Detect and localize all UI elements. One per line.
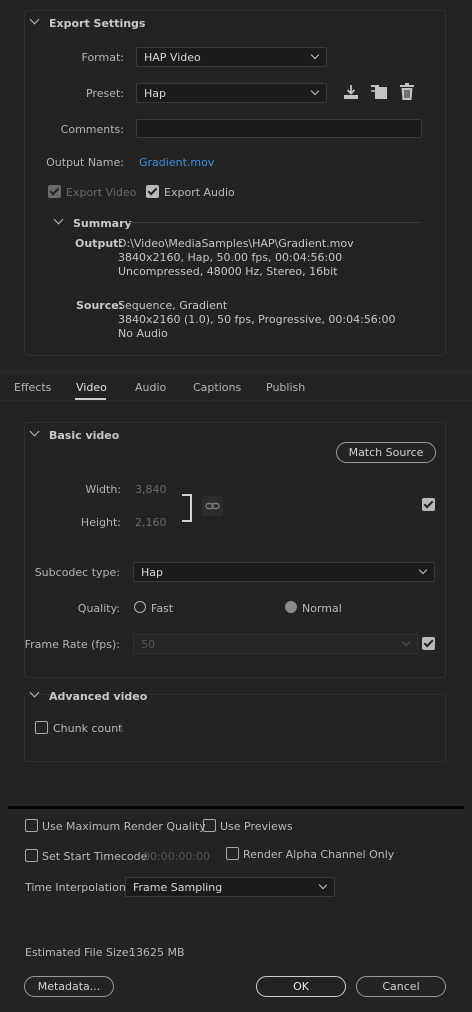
width-label: Width:	[85, 483, 121, 496]
link-dimensions-button[interactable]	[202, 496, 223, 516]
set-start-timecode-checkbox[interactable]	[25, 849, 38, 862]
comments-label: Comments:	[60, 123, 124, 136]
summary-source-line: Sequence, Gradient	[118, 299, 228, 312]
export-audio-checkbox[interactable]	[146, 185, 159, 198]
aspect-bracket	[182, 494, 192, 522]
match-source-frame-rate-checkbox[interactable]	[422, 637, 435, 650]
comments-field[interactable]	[136, 119, 422, 138]
chevron-down-icon	[310, 86, 320, 96]
metadata-button[interactable]: Metadata...	[24, 976, 114, 997]
max-render-quality-checkbox[interactable]	[25, 819, 38, 832]
chunk-count-checkbox[interactable]	[35, 721, 48, 734]
tabs-top-divider	[0, 372, 472, 373]
quality-fast-label: Fast	[151, 602, 174, 615]
quality-normal-radio[interactable]	[285, 601, 297, 613]
frame-rate-value: 50	[141, 638, 155, 651]
summary-output-line: Uncompressed, 48000 Hz, Stereo, 16bit	[118, 265, 338, 278]
summary-output-line: 3840x2160, Hap, 50.00 fps, 00:04:56:00	[118, 251, 343, 264]
output-name-label: Output Name:	[46, 156, 124, 169]
subcodec-value: Hap	[141, 566, 163, 579]
quality-fast-radio[interactable]	[134, 601, 146, 613]
tab-captions[interactable]: Captions	[193, 381, 241, 394]
summary-output-label: Output:	[75, 237, 123, 250]
export-settings-header: Export Settings	[49, 17, 146, 30]
summary-output-line: D:\Video\MediaSamples\HAP\Gradient.mov	[118, 237, 354, 250]
advanced-video-header: Advanced video	[49, 690, 148, 703]
summary-header: Summary	[73, 217, 132, 230]
set-start-timecode-label: Set Start Timecode	[42, 850, 148, 863]
estimated-size-label: Estimated File Size:	[25, 946, 133, 959]
summary-source-line: 3840x2160 (1.0), 50 fps, Progressive, 00…	[118, 313, 396, 326]
chevron-down-icon	[418, 565, 428, 575]
tab-audio[interactable]: Audio	[135, 381, 166, 394]
time-interpolation-value: Frame Sampling	[133, 881, 223, 894]
chunk-count-value[interactable]: 1	[118, 722, 125, 735]
export-video-label: Export Video	[66, 186, 137, 199]
delete-preset-icon[interactable]	[399, 83, 415, 101]
ok-button[interactable]: OK	[256, 976, 346, 997]
cancel-button[interactable]: Cancel	[356, 976, 446, 997]
render-alpha-label: Render Alpha Channel Only	[243, 848, 395, 861]
use-previews-label: Use Previews	[220, 820, 293, 833]
chevron-down-icon	[310, 50, 320, 60]
chevron-down-icon	[401, 637, 411, 647]
format-select[interactable]: HAP Video	[136, 47, 327, 67]
link-icon	[205, 502, 220, 510]
chunk-count-label: Chunk count	[53, 722, 123, 735]
summary-divider	[129, 222, 421, 223]
frame-rate-label: Frame Rate (fps):	[24, 638, 120, 651]
tabs-bottom-divider	[0, 400, 472, 401]
match-source-dimensions-checkbox[interactable]	[422, 498, 435, 511]
import-preset-icon[interactable]	[370, 84, 388, 100]
preset-value: Hap	[144, 87, 166, 100]
save-preset-icon[interactable]	[343, 84, 359, 100]
export-audio-label: Export Audio	[164, 186, 235, 199]
output-name-link[interactable]: Gradient.mov	[139, 156, 214, 169]
section-separator	[8, 806, 464, 809]
height-label: Height:	[80, 516, 121, 529]
format-value: HAP Video	[144, 51, 201, 64]
format-label: Format:	[81, 51, 124, 64]
basic-video-header: Basic video	[49, 429, 120, 442]
subcodec-label: Subcodec type:	[34, 566, 120, 579]
preset-select[interactable]: Hap	[136, 83, 327, 103]
quality-normal-label: Normal	[302, 602, 342, 615]
preset-label: Preset:	[85, 87, 124, 100]
match-source-button[interactable]: Match Source	[336, 442, 436, 463]
time-interpolation-select[interactable]: Frame Sampling	[125, 877, 335, 897]
width-value[interactable]: 3,840	[135, 483, 167, 496]
export-video-checkbox[interactable]	[48, 185, 61, 198]
subcodec-select[interactable]: Hap	[133, 562, 435, 582]
tab-video[interactable]: Video	[76, 381, 107, 394]
quality-label: Quality:	[77, 602, 120, 615]
time-interpolation-label: Time Interpolation:	[25, 881, 130, 894]
summary-source-line: No Audio	[118, 327, 168, 340]
start-timecode-value[interactable]: 00:00:00:00	[143, 850, 210, 863]
tab-publish[interactable]: Publish	[266, 381, 305, 394]
frame-rate-select[interactable]: 50	[133, 634, 418, 654]
tab-effects[interactable]: Effects	[14, 381, 51, 394]
summary-source-label: Source:	[76, 299, 124, 312]
use-previews-checkbox[interactable]	[203, 819, 216, 832]
chevron-down-icon	[318, 880, 328, 890]
height-value[interactable]: 2,160	[135, 516, 167, 529]
estimated-size-value: 13625 MB	[129, 946, 185, 959]
max-render-quality-label: Use Maximum Render Quality	[42, 820, 206, 833]
render-alpha-checkbox[interactable]	[226, 847, 239, 860]
